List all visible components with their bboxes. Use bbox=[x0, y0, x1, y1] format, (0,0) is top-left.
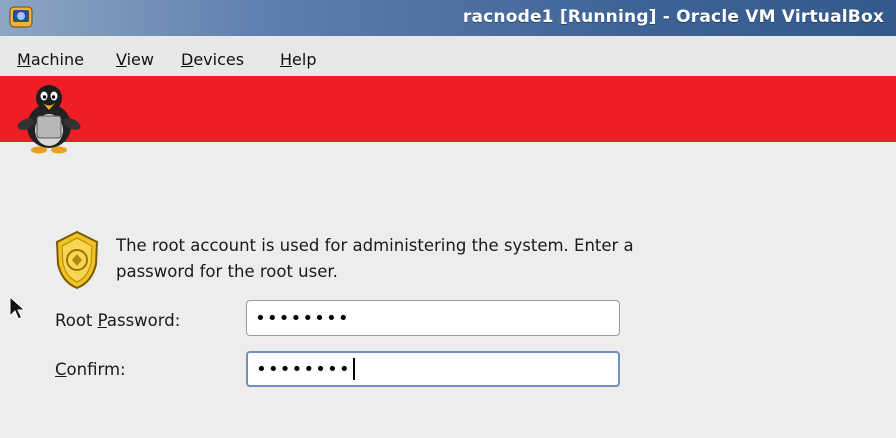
root-password-value: •••••••• bbox=[255, 307, 350, 329]
mouse-cursor-icon bbox=[9, 296, 26, 320]
confirm-password-input[interactable]: •••••••• bbox=[246, 351, 620, 387]
root-password-input[interactable]: •••••••• bbox=[246, 300, 620, 336]
window-titlebar[interactable]: racnode1 [Running] - Oracle VM VirtualBo… bbox=[0, 0, 896, 36]
tux-penguin-icon bbox=[17, 85, 81, 154]
root-password-label: Root Password: bbox=[55, 311, 181, 330]
menu-view[interactable]: View bbox=[116, 50, 154, 69]
security-badge-icon bbox=[55, 230, 99, 290]
menu-help[interactable]: Help bbox=[280, 50, 316, 69]
menu-bar: Machine View Devices Help bbox=[0, 36, 896, 76]
confirm-password-value: •••••••• bbox=[256, 358, 351, 380]
installer-banner bbox=[0, 76, 896, 142]
virtualbox-icon[interactable] bbox=[7, 4, 35, 30]
confirm-label: Confirm: bbox=[55, 360, 126, 379]
menu-machine[interactable]: Machine bbox=[17, 50, 84, 69]
root-info-text: The root account is used for administeri… bbox=[116, 236, 634, 281]
text-caret bbox=[352, 358, 355, 380]
menu-devices[interactable]: Devices bbox=[181, 50, 244, 69]
window-title: racnode1 [Running] - Oracle VM VirtualBo… bbox=[462, 7, 884, 27]
